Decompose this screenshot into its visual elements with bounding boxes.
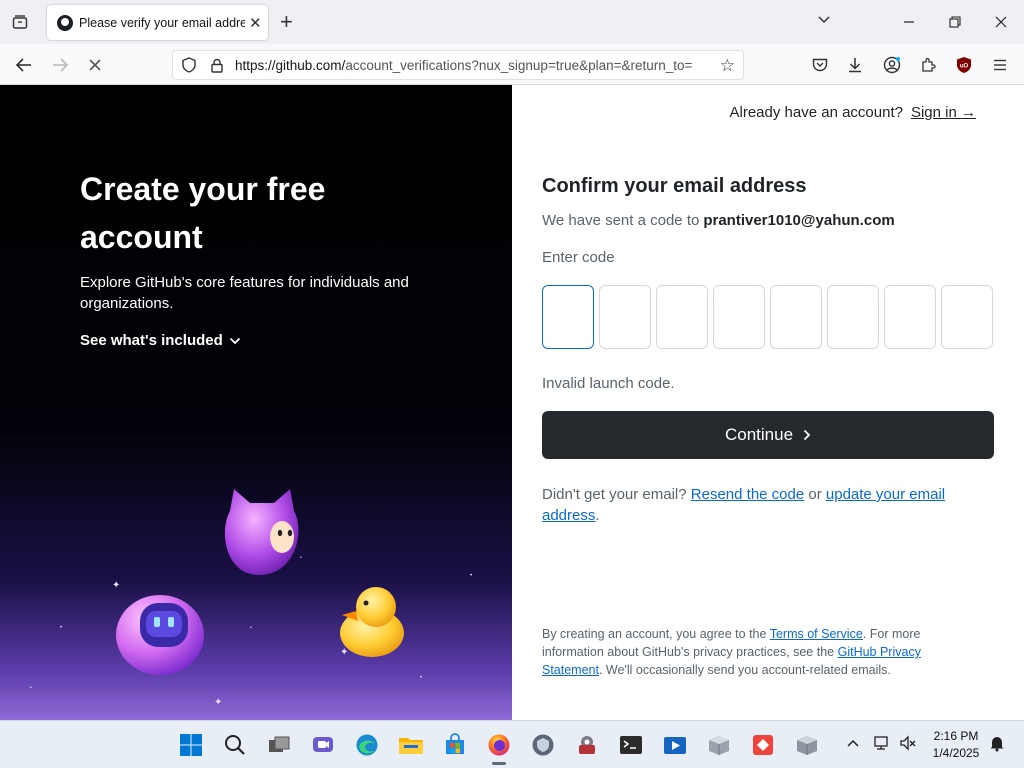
new-tab-icon[interactable]: +: [280, 10, 293, 34]
bookmark-star-icon[interactable]: ☆: [720, 56, 735, 76]
media-player-icon[interactable]: [659, 729, 691, 761]
legal-notice: By creating an account, you agree to the…: [542, 625, 962, 679]
signin-row: Already have an account? Sign in →: [730, 104, 977, 121]
resend-or: or: [808, 486, 822, 503]
task-view-icon[interactable]: [263, 729, 295, 761]
notifications-icon[interactable]: [988, 734, 1006, 756]
resend-message: Didn't get your email? Resend the code o…: [542, 484, 962, 526]
taskbar-clock[interactable]: 2:16 PM 1/4/2025: [926, 728, 986, 762]
account-icon[interactable]: [879, 52, 905, 78]
signup-hero-panel: Create your free account Explore GitHub'…: [0, 85, 512, 720]
search-icon[interactable]: [219, 729, 251, 761]
terms-of-service-link[interactable]: Terms of Service: [770, 627, 863, 641]
code-digit-input-6[interactable]: [827, 285, 879, 349]
close-window-icon[interactable]: [978, 8, 1024, 36]
confirm-email-title: Confirm your email address: [542, 175, 807, 197]
sign-in-link[interactable]: Sign in →: [911, 104, 976, 121]
legal-text-3: . We'll occasionally send you account-re…: [598, 663, 891, 677]
edge-browser-icon[interactable]: [351, 729, 383, 761]
url-host: https://github.com/: [235, 57, 346, 73]
url-text[interactable]: https://github.com/account_verifications…: [235, 58, 705, 73]
hamburger-menu-icon[interactable]: [987, 52, 1013, 78]
code-input-group: [542, 285, 993, 349]
toolbox-app-icon[interactable]: [571, 729, 603, 761]
already-have-account-text: Already have an account?: [729, 104, 903, 121]
network-icon[interactable]: [873, 734, 891, 756]
url-path: account_verifications?nux_signup=true&pl…: [345, 57, 693, 73]
volume-muted-icon[interactable]: [899, 734, 917, 756]
downloads-icon[interactable]: [842, 52, 868, 78]
tab-close-icon[interactable]: ✕: [249, 14, 262, 32]
meet-chat-icon[interactable]: [307, 729, 339, 761]
address-bar[interactable]: https://github.com/account_verifications…: [172, 50, 744, 80]
continue-button[interactable]: Continue: [542, 411, 994, 459]
restore-icon[interactable]: [932, 8, 978, 36]
chevron-right-icon: [803, 429, 811, 441]
user-email: prantiver1010@yahun.com: [703, 212, 895, 229]
code-digit-input-1[interactable]: [542, 285, 594, 349]
tracking-protection-shield-icon[interactable]: [181, 57, 197, 73]
code-digit-input-4[interactable]: [713, 285, 765, 349]
resend-suffix: .: [595, 507, 600, 524]
code-digit-input-7[interactable]: [884, 285, 936, 349]
hero-heading: Create your free account: [80, 171, 326, 255]
continue-label: Continue: [724, 425, 794, 444]
page-content: Create your free account Explore GitHub'…: [0, 85, 1024, 720]
code-digit-input-2[interactable]: [599, 285, 651, 349]
verify-email-panel: Already have an account? Sign in → Confir…: [512, 85, 1024, 720]
browser-tab-bar: Please verify your email address ✕ +: [0, 0, 1024, 44]
back-arrow-icon[interactable]: [11, 52, 37, 78]
file-explorer-icon[interactable]: [395, 729, 427, 761]
tab-overview-icon[interactable]: [8, 10, 32, 34]
ublock-origin-icon[interactable]: uO: [951, 52, 977, 78]
extensions-puzzle-icon[interactable]: [915, 52, 941, 78]
chevron-down-icon: [229, 337, 240, 344]
code-digit-input-5[interactable]: [770, 285, 822, 349]
github-favicon-icon: [57, 14, 73, 31]
active-tab[interactable]: Please verify your email address ✕: [47, 5, 268, 40]
mona-cat-mascot-icon: [224, 489, 299, 575]
browser-nav-bar: https://github.com/account_verifications…: [0, 44, 1024, 85]
code-digit-input-3[interactable]: [656, 285, 708, 349]
terminal-icon[interactable]: [615, 729, 647, 761]
see-whats-included-toggle[interactable]: See what's included: [80, 332, 241, 349]
legal-text-1: By creating an account, you agree to the: [542, 627, 767, 641]
tab-title: Please verify your email address: [79, 15, 245, 30]
windows-taskbar: 2:16 PM 1/4/2025: [0, 720, 1024, 768]
svg-text:uO: uO: [960, 64, 969, 70]
list-all-tabs-chevron-down-icon[interactable]: [817, 12, 831, 28]
package-box-icon[interactable]: [703, 729, 735, 761]
lock-icon[interactable]: [209, 57, 225, 73]
resend-code-link[interactable]: Resend the code: [691, 486, 804, 503]
microsoft-store-icon[interactable]: [439, 729, 471, 761]
anydesk-icon[interactable]: [747, 729, 779, 761]
minimize-icon[interactable]: [886, 8, 932, 36]
code-sent-message: We have sent a code to prantiver1010@yahu…: [542, 212, 895, 229]
windows-start-icon[interactable]: [175, 729, 207, 761]
package-box-2-icon[interactable]: [791, 729, 823, 761]
show-hidden-icons-chevron-up-icon[interactable]: [846, 735, 860, 752]
forward-arrow-icon[interactable]: [47, 52, 73, 78]
see-whats-included-label: See what's included: [80, 332, 223, 349]
invalid-code-message: Invalid launch code.: [542, 375, 675, 392]
code-digit-input-8[interactable]: [941, 285, 993, 349]
steam-shield-icon[interactable]: [527, 729, 559, 761]
resend-prefix: Didn't get your email?: [542, 486, 687, 503]
clock-time: 2:16 PM: [933, 729, 979, 743]
stop-loading-icon[interactable]: [82, 52, 108, 78]
pocket-icon[interactable]: [807, 52, 833, 78]
clock-date: 1/4/2025: [932, 746, 980, 760]
duck-mascot-icon: [340, 587, 404, 657]
firefox-icon[interactable]: [483, 729, 515, 765]
copilot-robot-mascot-icon: [116, 595, 204, 675]
enter-code-label: Enter code: [542, 249, 615, 266]
code-sent-text: We have sent a code to: [542, 212, 700, 229]
hero-subtitle: Explore GitHub's core features for indiv…: [80, 274, 409, 312]
